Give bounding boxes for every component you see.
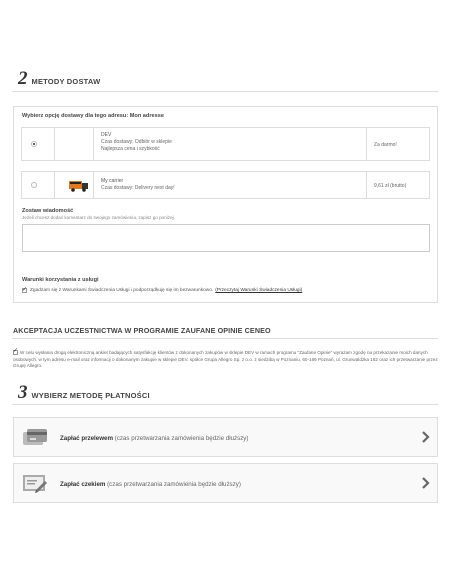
pay-option-bold: Zapłać przelewem (60, 435, 113, 442)
message-hint: Jeżeli chcesz dodać komentarz do swojego… (22, 215, 175, 220)
divider (12, 338, 438, 339)
delivery-option-radio[interactable] (31, 182, 37, 188)
terms-row: Zgadzam się z Warunkami Świadczenia Usłu… (22, 286, 302, 293)
step-number: 2 (18, 68, 28, 89)
pay-by-transfer-button[interactable]: Zapłać przelewem (czas przetwarzania zam… (13, 417, 438, 457)
message-textarea[interactable] (22, 224, 430, 252)
pay-option-bold: Zapłać czekiem (60, 481, 106, 488)
message-label: Zostaw wiadomość (22, 208, 74, 214)
carrier-truck-icon (69, 181, 88, 192)
delivery-option-radio[interactable] (31, 141, 37, 147)
pay-option-label: Zapłać przelewem (czas przetwarzania zam… (60, 435, 248, 442)
chevron-right-icon (422, 431, 430, 443)
option-delivery-time: Czas dostawy: Delivery next day! (101, 185, 175, 191)
option-name: My carrier (101, 178, 124, 184)
chevron-right-icon (422, 477, 430, 489)
divider (12, 404, 438, 405)
cheque-icon (23, 475, 47, 493)
bank-card-icon (23, 429, 47, 445)
pay-option-label: Zapłać czekiem (czas przetwarzania zamów… (60, 481, 241, 488)
step-title: METODY DOSTAW (31, 77, 101, 86)
divider (12, 91, 438, 92)
terms-link[interactable]: (Przeczytaj Warunki Świadczenia Usługi) (215, 288, 302, 293)
pay-by-cheque-button[interactable]: Zapłać czekiem (czas przetwarzania zamów… (13, 463, 438, 503)
delivery-option-dev[interactable]: DEV Czas dostawy: Odbiór w sklepie Najle… (21, 127, 430, 161)
ceneo-consent: W celu wysłania drogą elektroniczną anki… (13, 348, 439, 370)
pay-option-note: (czas przetwarzania zamówienia będzie dł… (112, 435, 249, 442)
option-price: Za darmo! (374, 142, 397, 148)
terms-label: Warunki korzystania z usługi (22, 277, 99, 283)
option-name: DEV (101, 132, 112, 138)
payment-step-heading: 3 WYBIERZ METODĘ PŁATNOŚCI (18, 382, 150, 404)
delivery-option-my-carrier[interactable]: My carrier Czas dostawy: Delivery next d… (21, 171, 430, 199)
option-description: Najlepsza cena i szybkość (101, 146, 160, 152)
delivery-address-subtitle: Wybierz opcję dostawy dla tego adresu: M… (22, 113, 164, 119)
step-number: 3 (18, 382, 28, 403)
step-title: WYBIERZ METODĘ PŁATNOŚCI (31, 391, 150, 400)
ceneo-title: AKCEPTACJA UCZESTNICTWA W PROGRAMIE ZAUF… (13, 326, 271, 335)
option-delivery-time: Czas dostawy: Odbiór w sklepie (101, 139, 172, 145)
ceneo-consent-checkbox[interactable] (13, 348, 18, 356)
option-price: 9,61 zł (brutto) (374, 183, 407, 189)
delivery-options-panel: Wybierz opcję dostawy dla tego adresu: M… (13, 106, 438, 303)
ceneo-consent-text: W celu wysłania drogą elektroniczną anki… (13, 350, 438, 368)
pay-option-note: (czas przetwarzania zamówienia będzie dł… (105, 481, 241, 488)
terms-text: Zgadzam się z Warunkami Świadczenia Usłu… (30, 288, 214, 293)
delivery-step-heading: 2 METODY DOSTAW (18, 68, 100, 90)
terms-checkbox[interactable] (22, 286, 27, 293)
